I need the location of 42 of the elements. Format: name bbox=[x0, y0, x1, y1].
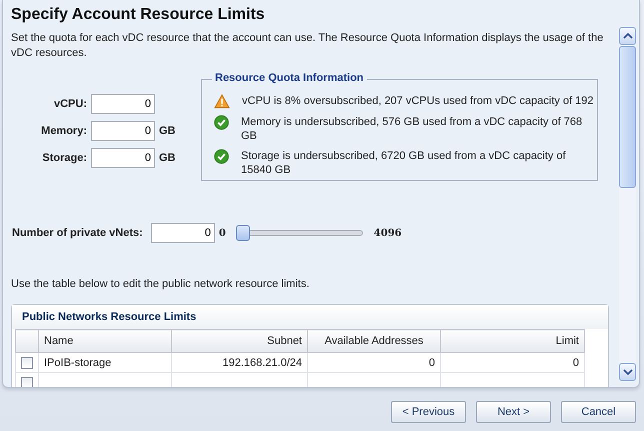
row-checkbox[interactable] bbox=[21, 376, 33, 387]
scroll-up-icon[interactable] bbox=[619, 27, 636, 45]
row-checkbox[interactable] bbox=[21, 356, 33, 369]
vnets-label: Number of private vNets: bbox=[12, 227, 143, 239]
unit-label: GB bbox=[159, 124, 176, 136]
column-header[interactable]: Name bbox=[38, 330, 172, 352]
field-label: Memory: bbox=[40, 124, 87, 136]
vertical-scrollbar[interactable] bbox=[619, 27, 636, 381]
quota-title: Resource Quota Information bbox=[212, 72, 367, 84]
slider-min-label: 0 bbox=[218, 228, 226, 238]
input-field[interactable]: 0 bbox=[91, 120, 155, 140]
table-cell: 192.168.21.0/24 bbox=[222, 356, 302, 368]
column-header[interactable]: Subnet bbox=[172, 330, 308, 352]
page-title: Specify Account Resource Limits bbox=[11, 6, 266, 24]
column-header bbox=[16, 330, 38, 352]
table-cell: IPoIB-storage bbox=[44, 356, 112, 368]
slider-max-label: 4096 bbox=[374, 228, 402, 238]
checkmark-icon bbox=[214, 149, 229, 164]
field-label: vCPU: bbox=[52, 98, 87, 110]
input-field[interactable]: 0 bbox=[91, 148, 155, 168]
scroll-down-icon[interactable] bbox=[619, 363, 636, 381]
checkmark-icon bbox=[214, 115, 229, 130]
description-text: Set the quota for each vDC resource that the account can use. The Resource Quota Information displays the usage of the vDC resources. bbox=[11, 31, 604, 61]
column-header[interactable]: Limit bbox=[440, 330, 584, 352]
table-cell: 0 bbox=[428, 356, 435, 368]
input-field[interactable]: 0 bbox=[150, 223, 215, 243]
table-title: Public Networks Resource Limits bbox=[12, 305, 608, 329]
slider-thumb[interactable] bbox=[236, 225, 250, 241]
table-hint-text: Use the table below to edit the public network resource limits. bbox=[11, 278, 310, 290]
unit-label: GB bbox=[159, 152, 176, 164]
slider[interactable] bbox=[238, 225, 364, 241]
wizard-button[interactable]: < Previous bbox=[391, 401, 466, 423]
field-label: Storage: bbox=[41, 152, 87, 164]
wizard-button[interactable]: Cancel bbox=[561, 401, 636, 423]
quota-text: Memory is undersubscribed, 576 GB used from a vDC capacity of 768 GB bbox=[241, 115, 584, 143]
input-field[interactable]: 0 bbox=[91, 94, 155, 114]
quota-text: Storage is undersubscribed, 6720 GB used from a vDC capacity of 15840 GB bbox=[241, 149, 567, 177]
warning-icon bbox=[214, 94, 230, 109]
quota-text: vCPU is 8% oversubscribed, 207 vCPUs used from vDC capacity of 192 bbox=[242, 94, 595, 108]
table-cell: 0 bbox=[572, 356, 579, 368]
wizard-button[interactable]: Next > bbox=[476, 401, 551, 423]
column-header[interactable]: Available Addresses bbox=[308, 330, 440, 352]
